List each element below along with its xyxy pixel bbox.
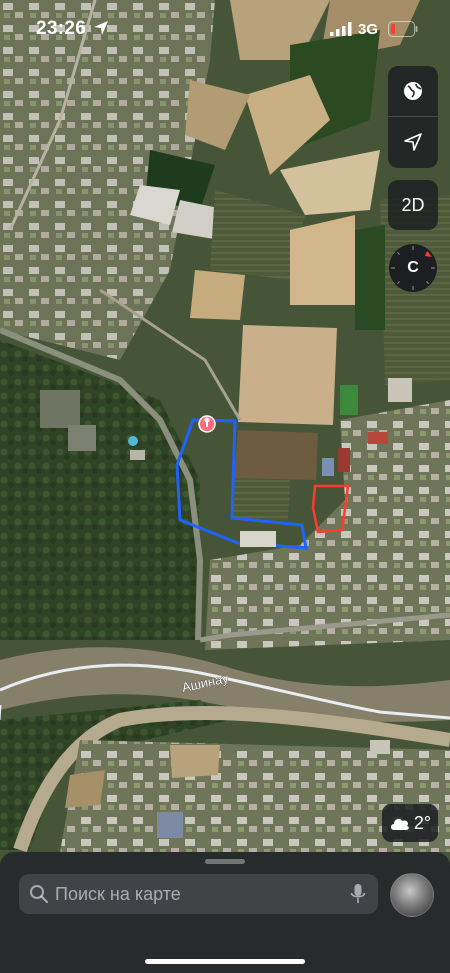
building xyxy=(370,740,390,754)
network-type: 3G xyxy=(358,21,379,38)
clock: 23:26 xyxy=(36,18,87,39)
bottom-sheet[interactable]: Поиск на карте xyxy=(0,852,450,973)
field xyxy=(190,270,245,320)
status-bar: 23:26 3G xyxy=(0,0,450,60)
field xyxy=(290,215,355,305)
track-location-button[interactable] xyxy=(388,117,438,167)
search-placeholder: Поиск на карте xyxy=(55,884,181,904)
map-controls xyxy=(388,66,438,168)
map-type-button[interactable] xyxy=(388,66,438,116)
field xyxy=(238,325,337,425)
building xyxy=(40,390,80,428)
search-icon xyxy=(30,885,49,904)
building xyxy=(322,458,334,476)
sheet-grabber[interactable] xyxy=(205,859,245,864)
battery-low-icon xyxy=(388,21,418,37)
building xyxy=(240,531,276,547)
field xyxy=(234,430,318,480)
field xyxy=(355,225,385,330)
field xyxy=(232,478,290,520)
location-services-icon xyxy=(94,21,108,35)
field xyxy=(65,770,105,808)
tree-pin-icon[interactable] xyxy=(198,415,216,433)
field xyxy=(340,385,358,415)
home-indicator[interactable] xyxy=(145,959,305,964)
pool xyxy=(128,436,138,446)
globe-icon xyxy=(404,82,422,100)
location-arrow-icon xyxy=(404,133,422,151)
avatar[interactable] xyxy=(390,873,434,917)
building xyxy=(388,378,412,402)
compass-label: C xyxy=(407,259,419,276)
cloud-icon xyxy=(390,818,409,830)
field xyxy=(170,745,220,778)
building xyxy=(130,450,145,460)
building xyxy=(157,812,183,838)
view-mode-button[interactable]: 2D xyxy=(388,180,438,230)
building xyxy=(368,432,388,444)
building xyxy=(68,425,96,451)
microphone-icon[interactable] xyxy=(350,883,366,905)
signal-icon xyxy=(330,22,352,36)
temperature: 2° xyxy=(413,812,432,833)
search-field[interactable]: Поиск на карте xyxy=(19,874,378,914)
building xyxy=(338,448,350,472)
weather-chip[interactable]: 2° xyxy=(382,804,438,842)
